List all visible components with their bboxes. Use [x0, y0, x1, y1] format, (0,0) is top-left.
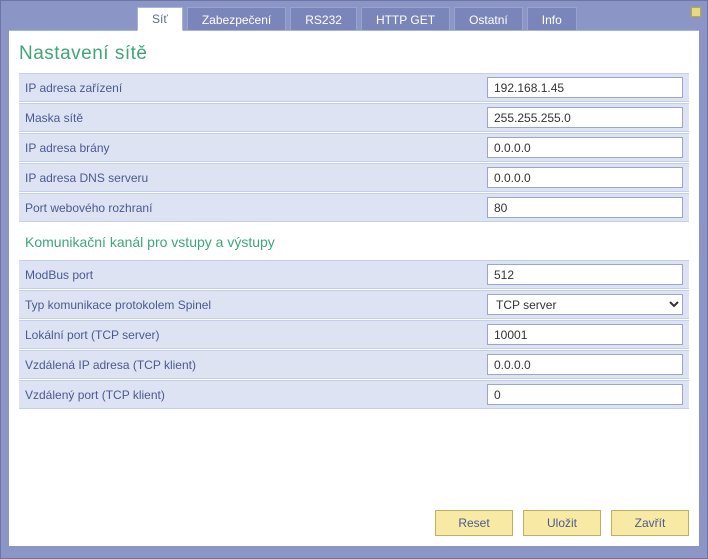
- row-gateway: IP adresa brány: [19, 133, 689, 162]
- settings-window: Síť Zabezpečení RS232 HTTP GET Ostatní I…: [0, 0, 708, 559]
- label-local-port: Lokální port (TCP server): [25, 328, 487, 342]
- row-webport: Port webového rozhraní: [19, 193, 689, 222]
- content-panel: Nastavení sítě IP adresa zařízení Maska …: [9, 30, 699, 546]
- row-mask: Maska sítě: [19, 103, 689, 132]
- tab-info[interactable]: Info: [527, 7, 577, 31]
- tab-sit[interactable]: Síť: [137, 7, 183, 31]
- label-remote-ip: Vzdálená IP adresa (TCP klient): [25, 358, 487, 372]
- input-mask[interactable]: [487, 107, 683, 128]
- row-remote-port: Vzdálený port (TCP klient): [19, 380, 689, 409]
- input-gateway[interactable]: [487, 137, 683, 158]
- tab-ostatni[interactable]: Ostatní: [454, 7, 523, 31]
- tab-bar: Síť Zabezpečení RS232 HTTP GET Ostatní I…: [1, 1, 707, 31]
- input-webport[interactable]: [487, 197, 683, 218]
- save-button[interactable]: Uložit: [523, 510, 601, 536]
- input-remote-port[interactable]: [487, 384, 683, 405]
- tab-rs232[interactable]: RS232: [290, 7, 357, 31]
- close-button[interactable]: Zavřít: [611, 510, 689, 536]
- status-indicator: [691, 7, 701, 17]
- row-local-port: Lokální port (TCP server): [19, 320, 689, 349]
- select-comm-type[interactable]: TCP server: [487, 294, 683, 315]
- button-bar: Reset Uložit Zavřít: [435, 510, 689, 536]
- tab-httpget[interactable]: HTTP GET: [361, 7, 450, 31]
- label-ip-device: IP adresa zařízení: [25, 81, 487, 95]
- label-remote-port: Vzdálený port (TCP klient): [25, 388, 487, 402]
- label-webport: Port webového rozhraní: [25, 201, 487, 215]
- reset-button[interactable]: Reset: [435, 510, 513, 536]
- input-ip-device[interactable]: [487, 77, 683, 98]
- label-comm-type: Typ komunikace protokolem Spinel: [25, 298, 487, 312]
- label-mask: Maska sítě: [25, 111, 487, 125]
- row-remote-ip: Vzdálená IP adresa (TCP klient): [19, 350, 689, 379]
- input-modbus[interactable]: [487, 264, 683, 285]
- row-dns: IP adresa DNS serveru: [19, 163, 689, 192]
- label-gateway: IP adresa brány: [25, 141, 487, 155]
- row-ip-device: IP adresa zařízení: [19, 73, 689, 102]
- row-modbus: ModBus port: [19, 260, 689, 289]
- section-title-channel: Komunikační kanál pro vstupy a výstupy: [19, 230, 689, 254]
- row-comm-type: Typ komunikace protokolem Spinel TCP ser…: [19, 290, 689, 319]
- input-remote-ip[interactable]: [487, 354, 683, 375]
- tab-zabezpeceni[interactable]: Zabezpečení: [187, 7, 286, 31]
- section-title-network: Nastavení sítě: [19, 43, 689, 65]
- input-local-port[interactable]: [487, 324, 683, 345]
- label-modbus: ModBus port: [25, 268, 487, 282]
- input-dns[interactable]: [487, 167, 683, 188]
- label-dns: IP adresa DNS serveru: [25, 171, 487, 185]
